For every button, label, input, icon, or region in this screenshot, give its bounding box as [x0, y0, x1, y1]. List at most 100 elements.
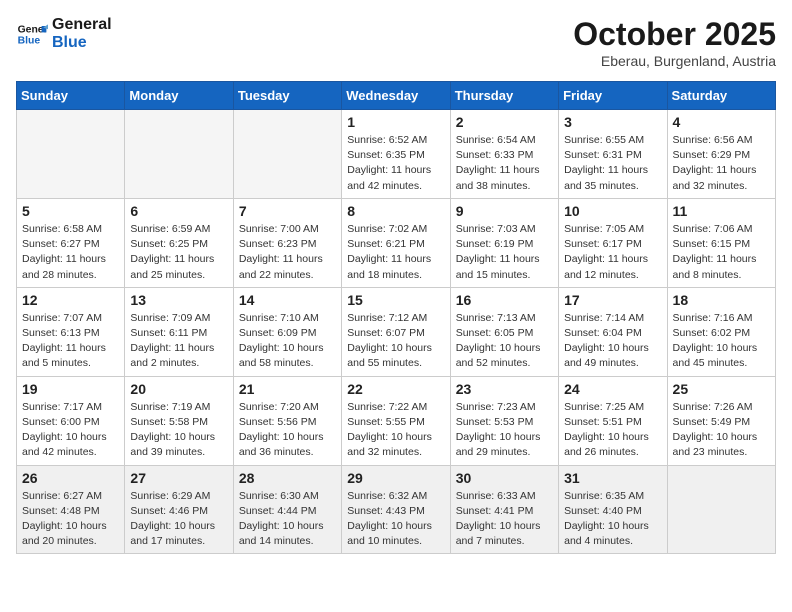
day-number: 21 [239, 381, 336, 397]
day-cell: 31 Sunrise: 6:35 AM Sunset: 4:40 PM Dayli… [559, 465, 667, 554]
day-number: 14 [239, 292, 336, 308]
day-number: 22 [347, 381, 444, 397]
day-number: 25 [673, 381, 770, 397]
page-header: General Blue General Blue October 2025 E… [16, 16, 776, 69]
logo-general: General [52, 16, 112, 34]
day-number: 9 [456, 203, 553, 219]
day-cell: 15 Sunrise: 7:12 AM Sunset: 6:07 PM Dayli… [342, 287, 450, 376]
day-number: 3 [564, 114, 661, 130]
day-cell [125, 110, 233, 199]
day-info: Sunrise: 7:02 AM Sunset: 6:21 PM Dayligh… [347, 222, 444, 283]
svg-text:Blue: Blue [18, 35, 41, 46]
day-number: 5 [22, 203, 119, 219]
weekday-header-sunday: Sunday [17, 82, 125, 110]
day-info: Sunrise: 6:33 AM Sunset: 4:41 PM Dayligh… [456, 489, 553, 550]
week-row-5: 26 Sunrise: 6:27 AM Sunset: 4:48 PM Dayli… [17, 465, 776, 554]
weekday-header-tuesday: Tuesday [233, 82, 341, 110]
day-info: Sunrise: 6:30 AM Sunset: 4:44 PM Dayligh… [239, 489, 336, 550]
day-info: Sunrise: 7:17 AM Sunset: 6:00 PM Dayligh… [22, 400, 119, 461]
day-cell: 7Sunrise: 7:00 AM Sunset: 6:23 PM Daylig… [233, 198, 341, 287]
day-info: Sunrise: 7:16 AM Sunset: 6:02 PM Dayligh… [673, 311, 770, 372]
day-info: Sunrise: 7:22 AM Sunset: 5:55 PM Dayligh… [347, 400, 444, 461]
weekday-header-thursday: Thursday [450, 82, 558, 110]
day-number: 13 [130, 292, 227, 308]
day-info: Sunrise: 7:20 AM Sunset: 5:56 PM Dayligh… [239, 400, 336, 461]
month-year: October 2025 [573, 16, 776, 53]
day-info: Sunrise: 7:00 AM Sunset: 6:23 PM Dayligh… [239, 222, 336, 283]
day-info: Sunrise: 7:25 AM Sunset: 5:51 PM Dayligh… [564, 400, 661, 461]
location: Eberau, Burgenland, Austria [573, 53, 776, 69]
day-cell: 17 Sunrise: 7:14 AM Sunset: 6:04 PM Dayli… [559, 287, 667, 376]
day-number: 28 [239, 470, 336, 486]
day-number: 2 [456, 114, 553, 130]
day-number: 8 [347, 203, 444, 219]
day-cell: 20 Sunrise: 7:19 AM Sunset: 5:58 PM Dayli… [125, 376, 233, 465]
day-info: Sunrise: 7:23 AM Sunset: 5:53 PM Dayligh… [456, 400, 553, 461]
logo-blue: Blue [52, 34, 112, 52]
day-info: Sunrise: 6:59 AM Sunset: 6:25 PM Dayligh… [130, 222, 227, 283]
day-cell: 18 Sunrise: 7:16 AM Sunset: 6:02 PM Dayli… [667, 287, 775, 376]
day-info: Sunrise: 7:12 AM Sunset: 6:07 PM Dayligh… [347, 311, 444, 372]
day-info: Sunrise: 7:19 AM Sunset: 5:58 PM Dayligh… [130, 400, 227, 461]
day-cell: 13 Sunrise: 7:09 AM Sunset: 6:11 PM Dayli… [125, 287, 233, 376]
day-number: 20 [130, 381, 227, 397]
day-number: 6 [130, 203, 227, 219]
week-row-1: 1 Sunrise: 6:52 AM Sunset: 6:35 PM Daylig… [17, 110, 776, 199]
day-info: Sunrise: 7:14 AM Sunset: 6:04 PM Dayligh… [564, 311, 661, 372]
day-info: Sunrise: 6:35 AM Sunset: 4:40 PM Dayligh… [564, 489, 661, 550]
day-cell: 23 Sunrise: 7:23 AM Sunset: 5:53 PM Dayli… [450, 376, 558, 465]
day-cell: 22 Sunrise: 7:22 AM Sunset: 5:55 PM Dayli… [342, 376, 450, 465]
day-number: 10 [564, 203, 661, 219]
day-number: 29 [347, 470, 444, 486]
logo: General Blue General Blue [16, 16, 112, 51]
day-number: 23 [456, 381, 553, 397]
day-number: 31 [564, 470, 661, 486]
day-cell: 27 Sunrise: 6:29 AM Sunset: 4:46 PM Dayli… [125, 465, 233, 554]
weekday-header-friday: Friday [559, 82, 667, 110]
day-number: 18 [673, 292, 770, 308]
weekday-header-wednesday: Wednesday [342, 82, 450, 110]
weekday-header-monday: Monday [125, 82, 233, 110]
calendar-table: SundayMondayTuesdayWednesdayThursdayFrid… [16, 81, 776, 554]
day-cell: 25 Sunrise: 7:26 AM Sunset: 5:49 PM Dayli… [667, 376, 775, 465]
day-number: 4 [673, 114, 770, 130]
day-info: Sunrise: 6:29 AM Sunset: 4:46 PM Dayligh… [130, 489, 227, 550]
day-info: Sunrise: 7:26 AM Sunset: 5:49 PM Dayligh… [673, 400, 770, 461]
day-number: 30 [456, 470, 553, 486]
day-cell: 30 Sunrise: 6:33 AM Sunset: 4:41 PM Dayli… [450, 465, 558, 554]
day-info: Sunrise: 6:56 AM Sunset: 6:29 PM Dayligh… [673, 133, 770, 194]
week-row-4: 19Sunrise: 7:17 AM Sunset: 6:00 PM Dayli… [17, 376, 776, 465]
day-info: Sunrise: 7:03 AM Sunset: 6:19 PM Dayligh… [456, 222, 553, 283]
day-number: 15 [347, 292, 444, 308]
week-row-2: 5Sunrise: 6:58 AM Sunset: 6:27 PM Daylig… [17, 198, 776, 287]
day-info: Sunrise: 6:54 AM Sunset: 6:33 PM Dayligh… [456, 133, 553, 194]
day-cell [233, 110, 341, 199]
day-cell: 12Sunrise: 7:07 AM Sunset: 6:13 PM Dayli… [17, 287, 125, 376]
day-info: Sunrise: 7:10 AM Sunset: 6:09 PM Dayligh… [239, 311, 336, 372]
day-info: Sunrise: 6:52 AM Sunset: 6:35 PM Dayligh… [347, 133, 444, 194]
day-number: 11 [673, 203, 770, 219]
day-cell: 1 Sunrise: 6:52 AM Sunset: 6:35 PM Daylig… [342, 110, 450, 199]
day-cell: 29Sunrise: 6:32 AM Sunset: 4:43 PM Dayli… [342, 465, 450, 554]
day-cell [17, 110, 125, 199]
day-number: 16 [456, 292, 553, 308]
day-cell: 9 Sunrise: 7:03 AM Sunset: 6:19 PM Daylig… [450, 198, 558, 287]
day-cell: 24Sunrise: 7:25 AM Sunset: 5:51 PM Dayli… [559, 376, 667, 465]
day-cell: 28 Sunrise: 6:30 AM Sunset: 4:44 PM Dayli… [233, 465, 341, 554]
day-cell: 16 Sunrise: 7:13 AM Sunset: 6:05 PM Dayli… [450, 287, 558, 376]
day-info: Sunrise: 7:13 AM Sunset: 6:05 PM Dayligh… [456, 311, 553, 372]
day-cell: 3Sunrise: 6:55 AM Sunset: 6:31 PM Daylig… [559, 110, 667, 199]
week-row-3: 12Sunrise: 7:07 AM Sunset: 6:13 PM Dayli… [17, 287, 776, 376]
day-cell: 4 Sunrise: 6:56 AM Sunset: 6:29 PM Daylig… [667, 110, 775, 199]
day-number: 1 [347, 114, 444, 130]
day-info: Sunrise: 6:27 AM Sunset: 4:48 PM Dayligh… [22, 489, 119, 550]
day-number: 17 [564, 292, 661, 308]
day-info: Sunrise: 7:09 AM Sunset: 6:11 PM Dayligh… [130, 311, 227, 372]
day-cell: 10Sunrise: 7:05 AM Sunset: 6:17 PM Dayli… [559, 198, 667, 287]
title-block: October 2025 Eberau, Burgenland, Austria [573, 16, 776, 69]
weekday-header-saturday: Saturday [667, 82, 775, 110]
day-cell: 14 Sunrise: 7:10 AM Sunset: 6:09 PM Dayli… [233, 287, 341, 376]
day-number: 26 [22, 470, 119, 486]
day-number: 27 [130, 470, 227, 486]
day-info: Sunrise: 7:07 AM Sunset: 6:13 PM Dayligh… [22, 311, 119, 372]
